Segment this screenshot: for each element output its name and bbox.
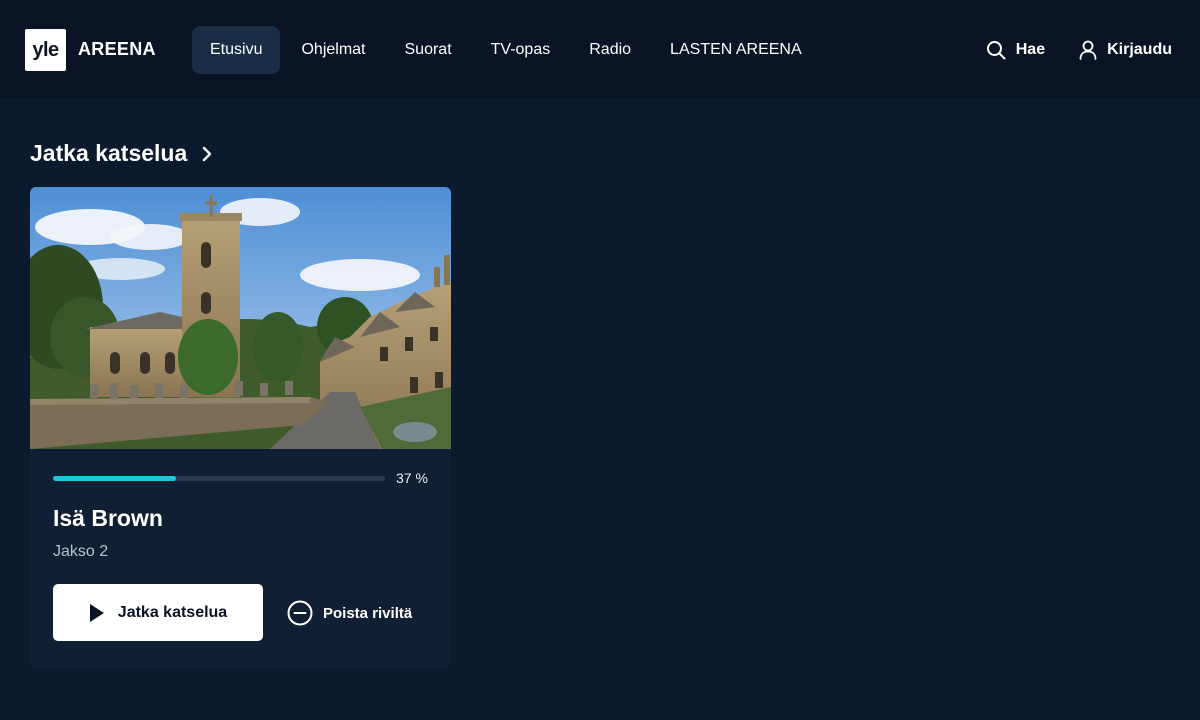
watch-progress: 37 %	[53, 470, 429, 486]
section-title: Jatka katselua	[30, 140, 188, 166]
section-continue-watching[interactable]: Jatka katselua	[30, 140, 213, 167]
episode-subtitle: Jakso 2	[53, 543, 109, 560]
search-icon	[986, 41, 1006, 60]
episode-title[interactable]: Isä Brown	[53, 505, 163, 532]
yle-logo[interactable]: yle	[25, 29, 66, 71]
nav-tv-opas[interactable]: TV-opas	[473, 26, 569, 74]
remove-from-row-label: Poista riviltä	[323, 604, 413, 622]
search-label: Hae	[1015, 41, 1046, 58]
progress-track	[53, 475, 385, 481]
header-actions: Hae Kirjaudu	[986, 26, 1172, 74]
episode-thumbnail[interactable]	[30, 187, 451, 449]
nav-radio[interactable]: Radio	[571, 26, 649, 74]
chevron-right-icon	[203, 146, 212, 161]
play-icon	[89, 603, 104, 622]
progress-percent: 37 %	[396, 470, 428, 486]
user-icon	[1079, 40, 1097, 60]
login-button[interactable]: Kirjaudu	[1079, 40, 1172, 60]
main-nav: Etusivu Ohjelmat Suorat TV-opas Radio LA…	[192, 26, 823, 74]
areena-logo-text[interactable]: AREENA	[78, 39, 156, 60]
progress-fill	[53, 475, 176, 481]
continue-watching-button[interactable]: Jatka katselua	[53, 584, 263, 641]
search-button[interactable]: Hae	[986, 40, 1045, 60]
remove-from-row-button[interactable]: Poista riviltä	[287, 599, 412, 627]
continue-watching-card: 37 % Isä Brown Jakso 2 Jatka katselua Po…	[30, 187, 451, 668]
nav-lasten-areena[interactable]: LASTEN AREENA	[652, 26, 820, 74]
login-label: Kirjaudu	[1107, 41, 1172, 58]
minus-circle-icon	[287, 600, 313, 626]
nav-etusivu[interactable]: Etusivu	[192, 26, 281, 74]
top-bar: yle AREENA Etusivu Ohjelmat Suorat TV-op…	[0, 0, 1200, 98]
continue-watching-label: Jatka katselua	[117, 603, 228, 621]
nav-ohjelmat[interactable]: Ohjelmat	[283, 26, 383, 74]
nav-suorat[interactable]: Suorat	[387, 26, 470, 74]
